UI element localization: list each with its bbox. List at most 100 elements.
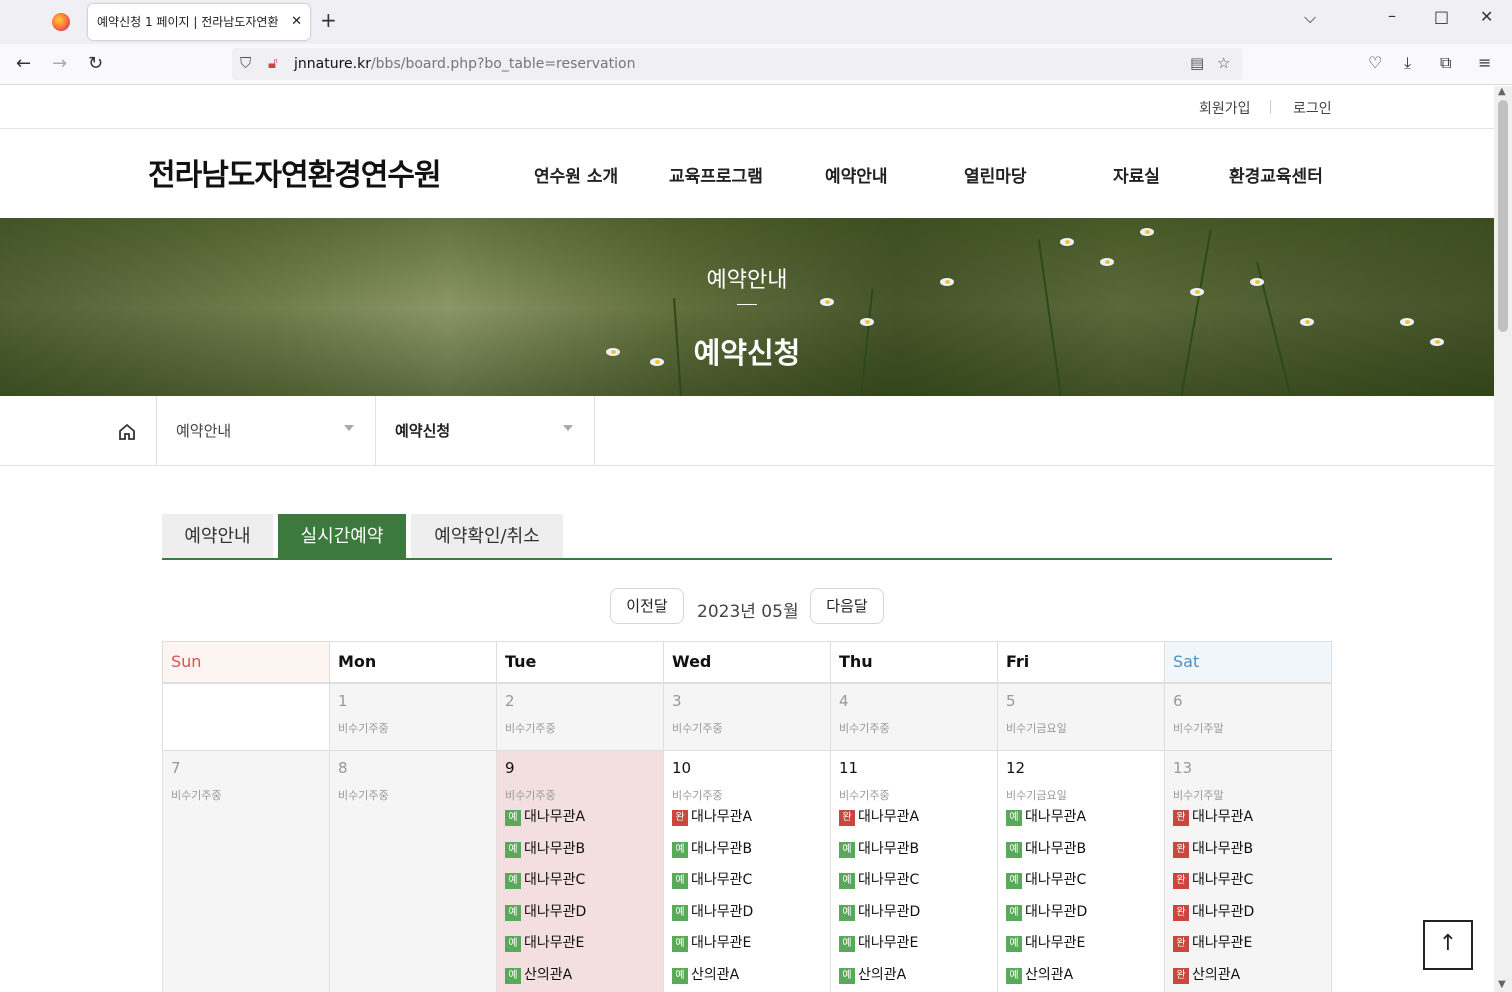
calendar-day: 4 비수기주중 — [830, 682, 998, 751]
new-tab-button[interactable]: + — [320, 8, 337, 32]
room-name: 대나무관A — [1192, 809, 1254, 825]
room-entry[interactable]: 예 대나무관D — [505, 902, 655, 934]
room-entry[interactable]: 예 대나무관E — [505, 933, 655, 965]
browser-tab-active[interactable]: 예약신청 1 페이지 | 전라남도자연환 ✕ — [88, 4, 310, 40]
reader-view-icon[interactable]: ▤ — [1190, 54, 1204, 72]
room-entry[interactable]: 예 대나무관B — [672, 839, 822, 871]
room-entry[interactable]: 예 대나무관C — [839, 870, 989, 902]
room-entry[interactable]: 예 산의관A — [1006, 965, 1156, 992]
room-entry[interactable]: 예 대나무관D — [1006, 902, 1156, 934]
room-entry[interactable]: 예 대나무관C — [1006, 870, 1156, 902]
breadcrumb-depth1[interactable]: 예약안내 — [176, 420, 231, 441]
room-entry[interactable]: 완 대나무관D — [1173, 902, 1323, 934]
room-entry[interactable]: 예 대나무관E — [672, 933, 822, 965]
pocket-icon[interactable]: ♡ — [1368, 53, 1382, 72]
gnb-item-archive[interactable]: 자료실 — [1113, 162, 1160, 187]
bookmark-star-icon[interactable]: ☆ — [1217, 54, 1230, 72]
login-link[interactable]: 로그인 — [1293, 98, 1332, 118]
address-bar[interactable]: ⛉ 🔓︎ jnnature.kr/bbs/board.php?bo_table=… — [232, 48, 1242, 80]
room-entry[interactable]: 예 대나무관A — [505, 807, 655, 839]
room-name: 대나무관E — [858, 935, 919, 952]
window-close-icon[interactable]: ✕ — [1480, 7, 1493, 26]
gnb-item-programs[interactable]: 교육프로그램 — [669, 162, 763, 187]
gnb-item-community[interactable]: 열린마당 — [964, 162, 1027, 187]
menu-hamburger-icon[interactable]: ≡ — [1478, 53, 1491, 72]
firefox-icon[interactable] — [52, 13, 70, 31]
room-entry[interactable]: 예 대나무관B — [505, 839, 655, 871]
scroll-down-arrow-icon[interactable]: ▼ — [1498, 979, 1506, 990]
room-entry[interactable]: 예 대나무관C — [505, 870, 655, 902]
caret-down-icon[interactable] — [563, 425, 573, 431]
day-number: 2 — [505, 691, 515, 710]
room-entry[interactable]: 완 산의관A — [1173, 965, 1323, 992]
weekday-sun: Sun — [162, 641, 330, 684]
url-text[interactable]: jnnature.kr/bbs/board.php?bo_table=reser… — [294, 56, 635, 72]
room-entry[interactable]: 예 대나무관B — [839, 839, 989, 871]
room-entry[interactable]: 예 대나무관B — [1006, 839, 1156, 871]
room-entry[interactable]: 예 대나무관C — [672, 870, 822, 902]
caret-down-icon[interactable] — [344, 425, 354, 431]
room-entry[interactable]: 완 대나무관B — [1173, 839, 1323, 871]
tab-list-chevron-icon[interactable]: ⌵ — [1304, 8, 1316, 28]
weekday-mon: Mon — [329, 641, 497, 684]
scrollbar-thumb[interactable] — [1498, 100, 1508, 332]
gnb-item-about[interactable]: 연수원 소개 — [534, 162, 618, 187]
room-entry[interactable]: 예 대나무관D — [672, 902, 822, 934]
room-name: 대나무관A — [524, 809, 586, 825]
full-badge: 완 — [1173, 841, 1189, 858]
shield-icon[interactable]: ⛉ — [240, 54, 251, 72]
gnb-item-edu-center[interactable]: 환경교육센터 — [1229, 162, 1323, 187]
join-link[interactable]: 회원가입 — [1199, 98, 1251, 118]
site-logo[interactable]: 전라남도자연환경연수원 — [148, 150, 442, 194]
next-month-button[interactable]: 다음달 — [810, 588, 884, 624]
calendar-day: 12 비수기금요일 예 대나무관A 예 대나무관B 예 대나무관C 예 대나무관D 예 대나무관E 예 산… — [997, 750, 1165, 992]
room-entry[interactable]: 예 산의관A — [505, 965, 655, 992]
available-badge: 예 — [505, 873, 521, 890]
room-entry[interactable]: 완 대나무관A — [672, 807, 822, 839]
prev-month-button[interactable]: 이전달 — [610, 588, 684, 624]
room-entry[interactable]: 예 산의관A — [839, 965, 989, 992]
room-entry[interactable]: 예 대나무관A — [1006, 807, 1156, 839]
forward-arrow-icon[interactable]: → — [52, 53, 67, 74]
tab-realtime-reservation[interactable]: 실시간예약 — [278, 514, 406, 560]
scroll-to-top-button[interactable]: ↑ — [1423, 920, 1473, 970]
room-entry[interactable]: 예 대나무관E — [839, 933, 989, 965]
hero-flower — [1060, 238, 1074, 246]
tab-check-cancel[interactable]: 예약확인/취소 — [411, 514, 563, 560]
calendar-day: 11 비수기주중 완 대나무관A 예 대나무관B 예 대나무관C 예 대나무관D 예 대나무관E 예 산의… — [830, 750, 998, 992]
full-badge: 완 — [1173, 810, 1189, 826]
room-name: 대나무관D — [691, 903, 754, 920]
hero-flower — [1400, 318, 1414, 326]
extensions-icon[interactable]: ⧉ — [1440, 53, 1451, 73]
breadcrumb-depth2[interactable]: 예약신청 — [395, 420, 450, 441]
room-entry[interactable]: 예 대나무관E — [1006, 933, 1156, 965]
tab-reservation-info[interactable]: 예약안내 — [162, 514, 273, 560]
back-arrow-icon[interactable]: ← — [16, 53, 31, 74]
close-tab-icon[interactable]: ✕ — [291, 4, 302, 40]
maximize-icon[interactable]: □ — [1434, 7, 1449, 26]
room-name: 대나무관C — [1025, 872, 1087, 889]
available-badge: 예 — [505, 904, 521, 921]
insecure-lock-icon[interactable]: 🔓︎ — [268, 54, 278, 72]
day-season: 비수기주중 — [338, 789, 389, 802]
room-entry[interactable]: 예 대나무관D — [839, 902, 989, 934]
room-name: 산의관A — [1025, 966, 1074, 983]
room-name: 대나무관A — [691, 809, 753, 825]
page-scrollbar[interactable]: ▲ ▼ — [1494, 86, 1512, 992]
room-name: 대나무관E — [524, 935, 585, 952]
download-icon[interactable]: ⤓ — [1404, 53, 1411, 73]
weekday-wed: Wed — [663, 641, 831, 684]
home-icon[interactable] — [117, 422, 137, 442]
gnb-item-reservation[interactable]: 예약안내 — [825, 162, 888, 187]
scroll-up-arrow-icon[interactable]: ▲ — [1498, 86, 1506, 97]
minimize-icon[interactable]: – — [1388, 6, 1396, 25]
room-entry[interactable]: 완 대나무관C — [1173, 870, 1323, 902]
room-entry[interactable]: 완 대나무관E — [1173, 933, 1323, 965]
room-entry[interactable]: 완 대나무관A — [839, 807, 989, 839]
reload-icon[interactable]: ↻ — [88, 53, 103, 74]
room-entry[interactable]: 예 산의관A — [672, 965, 822, 992]
day-season: 비수기주중 — [505, 789, 556, 802]
room-entry[interactable]: 완 대나무관A — [1173, 807, 1323, 839]
breadcrumb-separator — [594, 396, 595, 465]
day-season: 비수기주중 — [839, 789, 890, 802]
